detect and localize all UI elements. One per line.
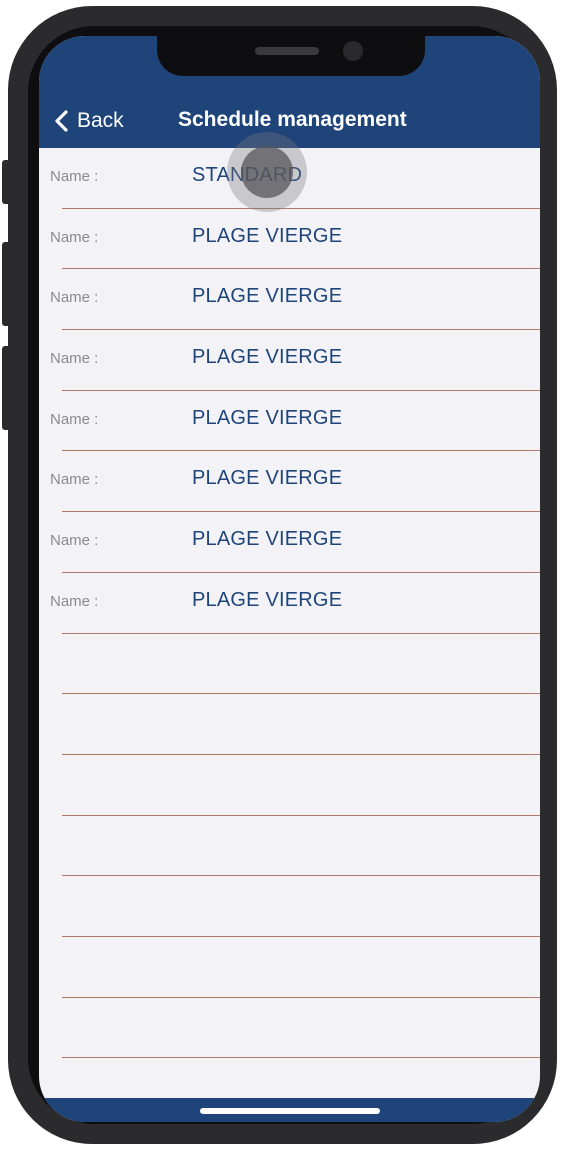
empty-row [39, 816, 540, 877]
touch-indicator-core [241, 146, 293, 198]
list-item[interactable]: Name : PLAGE VIERGE [39, 512, 540, 573]
schedule-name: PLAGE VIERGE [192, 285, 343, 308]
back-button[interactable]: Back [53, 106, 124, 136]
empty-row [39, 998, 540, 1059]
list-item[interactable]: Name : PLAGE VIERGE [39, 269, 540, 330]
list-item[interactable]: Name : PLAGE VIERGE [39, 209, 540, 270]
row-label: Name : [50, 532, 99, 550]
empty-row [39, 937, 540, 998]
back-label: Back [77, 109, 124, 132]
touch-indicator [227, 132, 307, 212]
empty-row [39, 755, 540, 816]
schedule-name: PLAGE VIERGE [192, 346, 343, 369]
navigation-bar: Back Schedule management [39, 36, 540, 148]
list-item[interactable]: Name : PLAGE VIERGE [39, 451, 540, 512]
schedule-list: Name : STANDARD Name : PLAGE VIERGE Name… [39, 148, 540, 1059]
row-label: Name : [50, 410, 99, 428]
chevron-left-icon [55, 110, 68, 132]
list-item[interactable]: Name : PLAGE VIERGE [39, 330, 540, 391]
row-label: Name : [50, 592, 99, 610]
bottom-bar [39, 1098, 540, 1122]
empty-row [39, 634, 540, 695]
volume-down-button [2, 346, 10, 430]
schedule-name: PLAGE VIERGE [192, 406, 343, 429]
speaker-grille [255, 47, 319, 55]
row-label: Name : [50, 289, 99, 307]
schedule-name: PLAGE VIERGE [192, 588, 343, 611]
notch [157, 36, 425, 76]
list-item[interactable]: Name : PLAGE VIERGE [39, 391, 540, 452]
mute-switch [2, 160, 10, 204]
list-item[interactable]: Name : PLAGE VIERGE [39, 573, 540, 634]
row-label: Name : [50, 471, 99, 489]
volume-up-button [2, 242, 10, 326]
schedule-name: PLAGE VIERGE [192, 528, 343, 551]
home-indicator[interactable] [200, 1108, 380, 1114]
empty-row [39, 694, 540, 755]
front-camera [343, 41, 363, 61]
empty-row [39, 876, 540, 937]
app-screen: Back Schedule management Name : STANDARD… [39, 36, 540, 1122]
schedule-name: PLAGE VIERGE [192, 467, 343, 490]
row-label: Name : [50, 228, 99, 246]
schedule-name: PLAGE VIERGE [192, 224, 343, 247]
row-label: Name : [50, 350, 99, 368]
row-label: Name : [50, 168, 99, 185]
page-title: Schedule management [178, 108, 407, 131]
